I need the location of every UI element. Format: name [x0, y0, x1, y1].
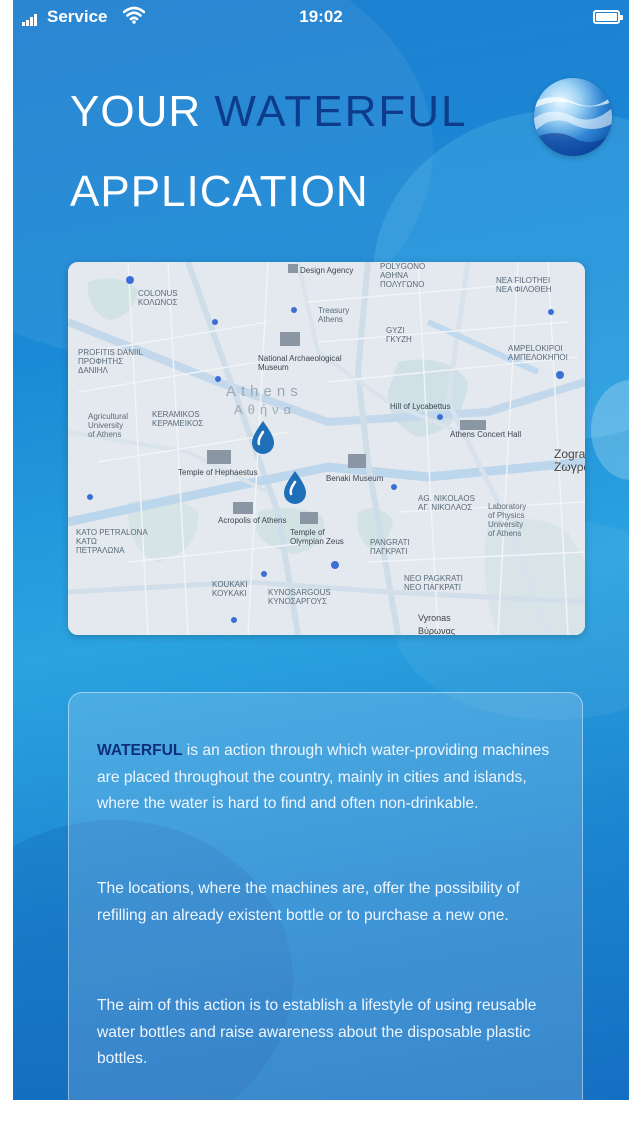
page-title: YOUR WATERFUL APPLICATION — [70, 72, 467, 232]
battery-icon — [593, 10, 623, 24]
map-label: KERAMIKOS ΚΕΡΑΜΕΙΚΟΣ — [152, 410, 204, 428]
info-paragraph-2: The locations, where the machines are, o… — [97, 880, 520, 924]
map-label: Acropolis of Athens — [218, 516, 287, 525]
map-label: Temple of Hephaestus — [178, 468, 258, 477]
map-label: Benaki Museum — [326, 474, 384, 483]
map-label: Temple of Olympian Zeus — [290, 528, 344, 546]
title-part-2: APPLICATION — [70, 167, 369, 216]
map-label: Treasury Athens — [318, 306, 350, 324]
map-label-city: Αθήνα — [234, 402, 297, 417]
map-label: AMPELOKIPOI ΑΜΠΕΛΟΚΗΠΟΙ — [508, 344, 568, 362]
map-label: KATO PETRALONA ΚΑΤΩ ΠΕΤΡΑΛΩΝΑ — [76, 528, 148, 555]
map-label: Design Agency — [300, 266, 354, 275]
map-label: PANGRATI ΠΑΓΚΡΑΤΙ — [370, 538, 410, 556]
brand-name: WATERFUL — [97, 742, 183, 759]
map-label: KOUKAKI ΚΟΥΚΑΚΙ — [212, 580, 248, 598]
map-label: GYZI ΓΚΥΖΗ — [386, 326, 412, 344]
map-label: POLYGONO ΑΘΗΝΑ ΠΟΛΥΓΩΝΟ — [380, 262, 426, 289]
map-label: NEO PAGKRATI ΝΕΟ ΠΑΓΚΡΑΤΙ — [404, 574, 463, 592]
water-drop-marker[interactable] — [250, 420, 276, 456]
map-label: COLONUS ΚΟΛΩΝΟΣ — [138, 289, 178, 307]
map-label: Hill of Lycabettus — [390, 402, 451, 411]
map-label: KYNOSARGOUS ΚΥΝΟΣΑΡΓΟΥΣ — [268, 588, 331, 606]
map-label: Agricultural University of Athens — [88, 412, 129, 439]
map-label: AG. NIKOLAOS ΑΓ. ΝΙΚΟΛΑΟΣ — [418, 494, 475, 512]
title-part-1: YOUR — [70, 87, 202, 136]
info-paragraph-1: WATERFUL is an action through which wate… — [97, 742, 550, 812]
map-label: Zograf Ζωγράφ — [554, 447, 585, 474]
map-label-city: Athens — [226, 383, 303, 400]
map-label: Vyronas Βύρωνας — [418, 613, 456, 635]
map-label: National Archaeological Museum — [258, 354, 342, 372]
app-screen: Service 19:02 YOUR WATERFUL APPLICATION — [13, 0, 629, 1100]
map-label: Athens Concert Hall — [450, 430, 522, 439]
title-accent: WATERFUL — [214, 87, 468, 136]
water-drop-marker[interactable] — [282, 470, 308, 506]
status-bar: Service 19:02 — [13, 0, 629, 34]
map-view[interactable]: COLONUS ΚΟΛΩΝΟΣ Design Agency POLYGONO Α… — [68, 262, 585, 635]
info-card: WATERFUL is an action through which wate… — [68, 692, 583, 1100]
map-label: PROFITIS DANIIL ΠΡΟΦΗΤΗΣ ΔΑΝΙΗΛ — [78, 348, 143, 375]
status-time: 19:02 — [299, 7, 343, 26]
water-wave-logo — [534, 78, 612, 156]
map-label: Laboratory of Physics University of Athe… — [488, 502, 527, 538]
map-label: NEA FILOTHEI ΝΕΑ ΦΙΛΟΘΕΗ — [496, 276, 552, 294]
info-paragraph-3: The aim of this action is to establish a… — [97, 997, 537, 1067]
